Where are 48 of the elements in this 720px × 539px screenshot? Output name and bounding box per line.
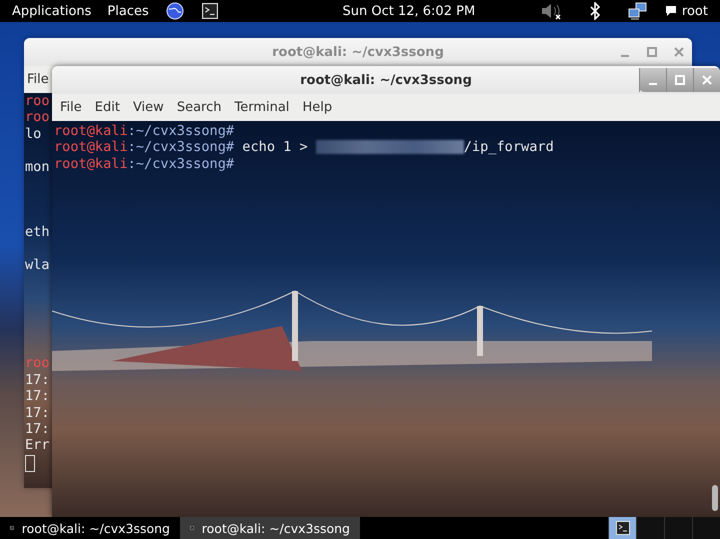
maximize-icon xyxy=(646,47,656,57)
terminal-line: mon xyxy=(25,158,50,176)
window-title: root@kali: ~/cvx3ssong xyxy=(272,44,444,60)
workspace-switcher[interactable] xyxy=(636,517,664,539)
speaker-muted-icon[interactable] xyxy=(540,2,562,20)
terminal-line: lo xyxy=(25,126,42,142)
text-cursor xyxy=(25,454,35,472)
minimize-icon xyxy=(649,83,657,85)
menu-item[interactable]: View xyxy=(128,100,168,115)
menu-item[interactable]: Edit xyxy=(90,100,124,115)
terminal-line: 17: xyxy=(25,421,50,438)
panel-menu[interactable]: Applications xyxy=(4,4,100,18)
terminal-line: roo xyxy=(25,109,50,126)
terminal-line: root@kali:~/cvx3ssong# xyxy=(54,123,236,140)
panel-menu[interactable]: Places xyxy=(99,4,157,18)
terminal-line: wla xyxy=(25,257,50,274)
menu-item[interactable]: File xyxy=(24,72,49,87)
maximize-icon xyxy=(675,75,685,85)
workspace-switcher[interactable] xyxy=(664,517,692,539)
terminal-line: 17: xyxy=(25,404,50,422)
terminal-line: eth xyxy=(25,224,50,241)
window-title: root@kali: ~/cvx3ssong xyxy=(300,72,472,88)
bluetooth-icon[interactable] xyxy=(588,2,601,20)
menu-item[interactable]: Search xyxy=(172,100,226,115)
terminal-icon xyxy=(202,3,218,19)
network-icon[interactable] xyxy=(628,2,648,20)
terminal-line: 17: xyxy=(25,388,50,405)
workspace-switcher[interactable] xyxy=(692,517,720,539)
chat-icon[interactable] xyxy=(664,5,677,17)
terminal-line: Err xyxy=(25,437,50,454)
menu-item[interactable]: File xyxy=(56,100,86,115)
terminal-line: roo xyxy=(25,93,50,110)
taskbar-item[interactable]: root@kali: ~/cvx3ssong xyxy=(0,517,180,539)
close-icon xyxy=(702,75,712,85)
user-menu[interactable]: root xyxy=(680,4,716,18)
workspace-switcher[interactable] xyxy=(608,517,636,539)
minimize-icon xyxy=(620,55,628,57)
close-icon xyxy=(674,47,684,57)
terminal-line: roo xyxy=(25,355,50,372)
terminal-line: root@kali:~/cvx3ssong# echo 1 > /ip_forward xyxy=(54,139,555,156)
terminal-icon xyxy=(616,521,630,535)
terminal-line: 17: xyxy=(25,372,50,388)
menu-item[interactable]: Help xyxy=(298,100,336,115)
globe-icon[interactable] xyxy=(166,2,184,20)
menu-item[interactable]: Terminal xyxy=(230,100,294,115)
terminal-line: root@kali:~/cvx3ssong# xyxy=(54,156,236,172)
taskbar-item[interactable]: root@kali: ~/cvx3ssong xyxy=(180,517,360,539)
clock[interactable]: Sun Oct 12, 6:02 PM xyxy=(282,4,476,18)
